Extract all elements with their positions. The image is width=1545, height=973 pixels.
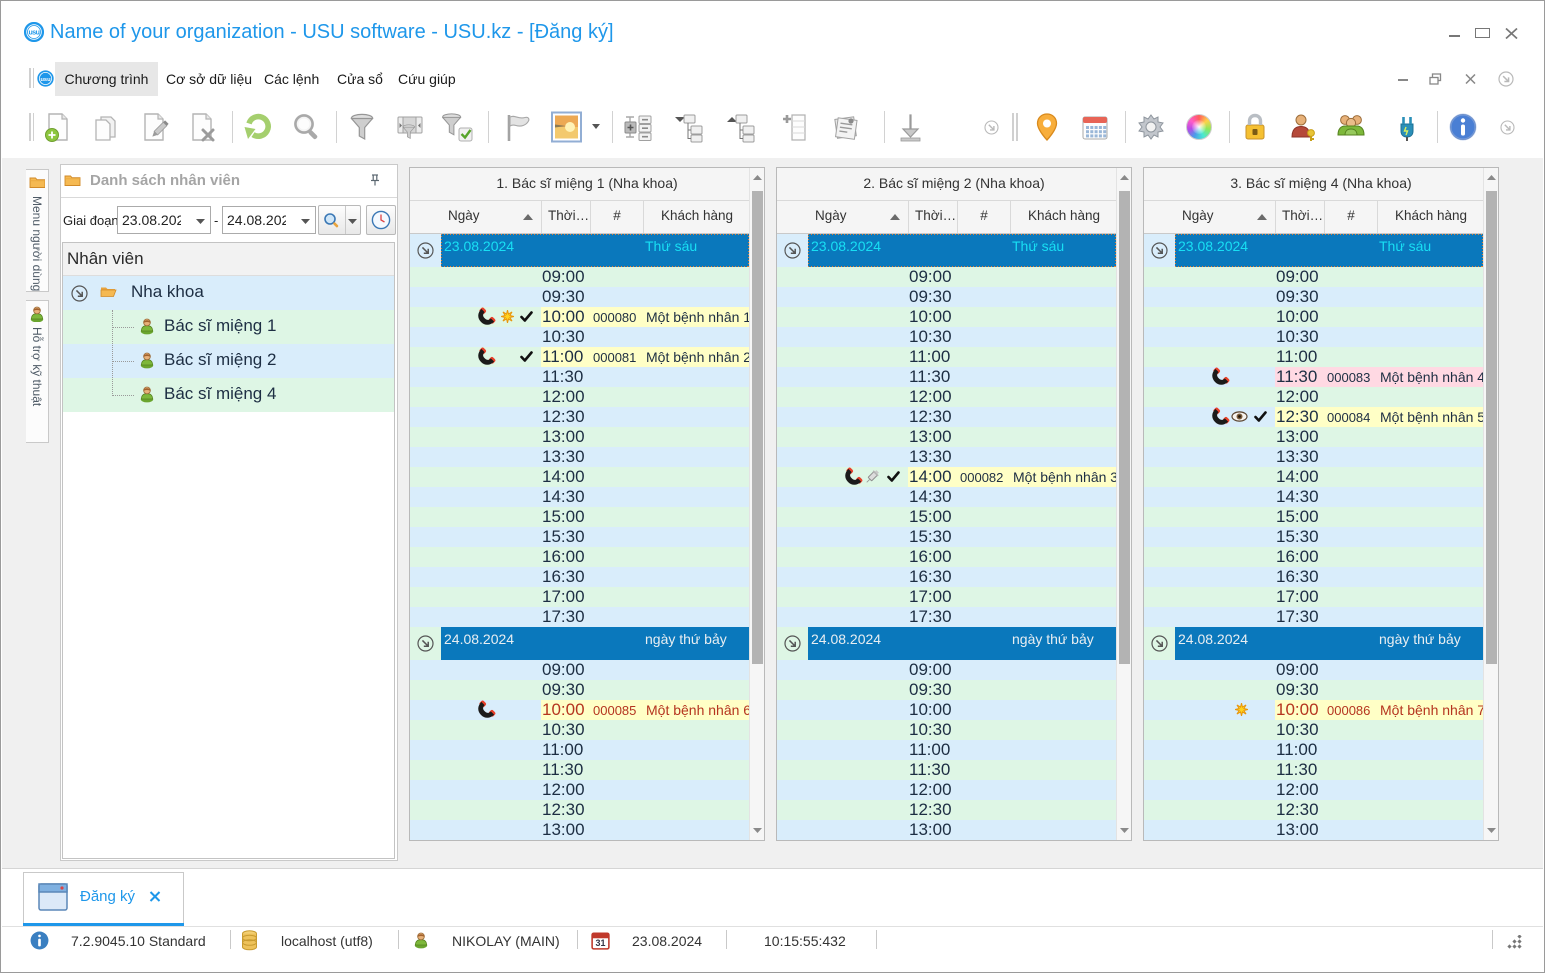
svg-text:usu: usu (40, 77, 51, 83)
svg-text:usu: usu (29, 30, 40, 37)
svg-text:31: 31 (596, 938, 606, 948)
